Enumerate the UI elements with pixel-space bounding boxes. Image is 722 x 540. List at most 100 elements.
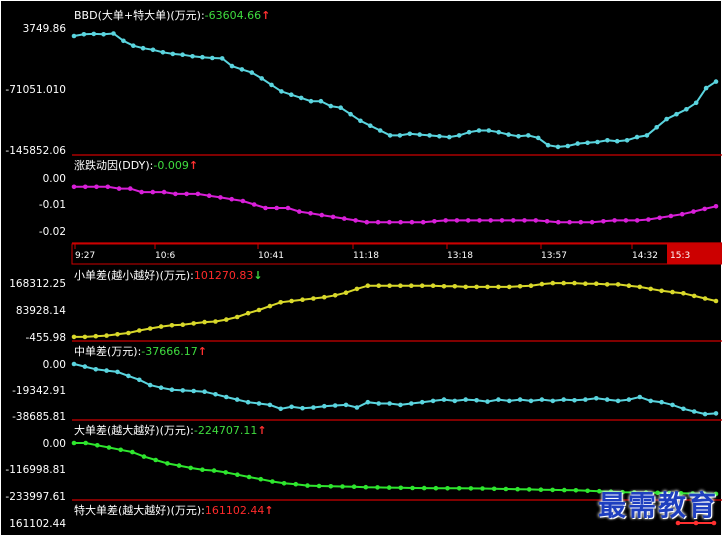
small-data-point [180,322,186,328]
small-data-point [126,330,131,336]
ddy-data-point [432,219,437,224]
small-data-point [71,334,77,340]
bbd-data-point [121,38,126,44]
medium-data-point [550,398,556,404]
ddy-title-label: 涨跌动因(DDY): [74,158,153,172]
small-data-point [452,284,458,289]
ddy-data-point [477,218,482,223]
small-data-point [572,280,577,286]
large-data-point [258,476,264,482]
ddy-data-point [342,216,347,221]
ddy-data-point [488,218,494,223]
super-panel-title: 特大单差(越大越好)(万元):161102.44↑ [74,503,274,517]
bbd-data-point [318,98,324,104]
small-data-point [517,284,523,289]
time-tick-label: 10:41 [258,251,284,261]
small-data-point [104,333,109,338]
large-data-point [281,481,287,486]
ddy-data-point [499,218,505,223]
large-y-tick-label: -233997.61 [5,491,66,503]
bbd-data-point [180,52,185,57]
small-panel-title: 小单差(越小越好)(万元):101270.83↓ [74,268,263,282]
small-data-point [539,281,545,287]
large-data-point [351,484,357,490]
small-data-point [213,319,218,324]
ddy-data-point [173,191,178,197]
large-title-value: -224707.11 [194,424,257,437]
bbd-data-point [466,129,472,135]
bbd-data-point [486,128,492,133]
medium-y-tick-label: 0.00 [43,359,66,371]
medium-data-point [594,396,599,401]
super-title-value: 161102.44 [205,504,265,517]
bbd-data-point [614,138,620,144]
ddy-data-point [443,218,449,223]
small-data-point [376,283,382,289]
medium-data-point [256,401,262,406]
medium-data-point [365,399,371,405]
medium-data-point [572,398,577,403]
small-data-point [234,314,240,320]
large-panel-title: 大单差(越大越好)(万元):-224707.11↑ [74,423,267,437]
bbd-data-point [595,139,600,145]
large-data-point [375,485,380,490]
bbd-data-point [605,138,610,143]
small-data-point [289,298,294,304]
small-data-point [354,286,360,292]
medium-data-point [376,401,382,406]
large-y-tick-label: 0.00 [43,438,66,450]
bbd-data-point [150,47,156,53]
medium-data-point [158,385,164,391]
bbd-data-point [200,54,205,60]
time-axis: 9:27 10:6 10:41 11:18 13:18 13:57 14:32 15:3 [71,243,722,265]
time-tick-label: 9:27 [75,251,95,261]
large-data-point [550,487,555,493]
medium-data-point [485,399,490,404]
medium-data-point [441,397,447,402]
small-data-point [245,310,251,316]
medium-data-point [137,377,142,383]
medium-data-point [224,394,229,400]
bbd-data-point [654,125,659,130]
small-data-point [93,333,99,339]
large-data-point [386,485,392,490]
large-data-point [398,485,404,491]
ddy-data-point [556,219,561,225]
medium-data-point [430,398,436,404]
medium-data-point [398,402,403,408]
large-data-point [211,468,217,473]
small-data-point [561,280,566,286]
small-data-point [702,296,708,301]
ddy-data-point [353,218,358,223]
bbd-data-point [664,116,669,122]
medium-data-point [332,403,338,408]
watermark-logo: 最需教育 [598,489,719,522]
bbd-data-point [684,107,689,112]
bbd-data-point [219,56,225,61]
ddy-data-point [623,218,629,223]
medium-data-point [267,402,273,408]
medium-data-point [82,364,88,369]
ddy-data-point [285,205,291,211]
small-data-point [474,284,479,290]
ddy-data-point [387,219,392,225]
medium-data-point [496,397,501,402]
small-y-tick-label: 168312.25 [9,278,66,290]
ddy-data-point [229,196,234,202]
large-data-point [503,486,509,492]
medium-data-point [147,382,153,388]
ddy-data-point [319,212,325,218]
small-data-point [311,296,316,301]
bbd-data-point [703,85,709,91]
ddy-data-point [589,219,595,225]
small-data-point [409,283,414,289]
medium-data-point [637,394,643,400]
small-data-point [256,307,262,313]
medium-data-point [659,399,664,405]
time-tick-label: 13:57 [541,251,567,261]
bbd-data-point [229,63,235,69]
ddy-data-point [375,219,381,225]
large-title-label: 大单差(越大越好)(万元): [74,423,194,437]
level2-indicator-chart: 3749.86 -71051.010 -145852.06 0.00 -0.01 -0.0… [0,0,722,536]
small-data-point [463,284,469,290]
